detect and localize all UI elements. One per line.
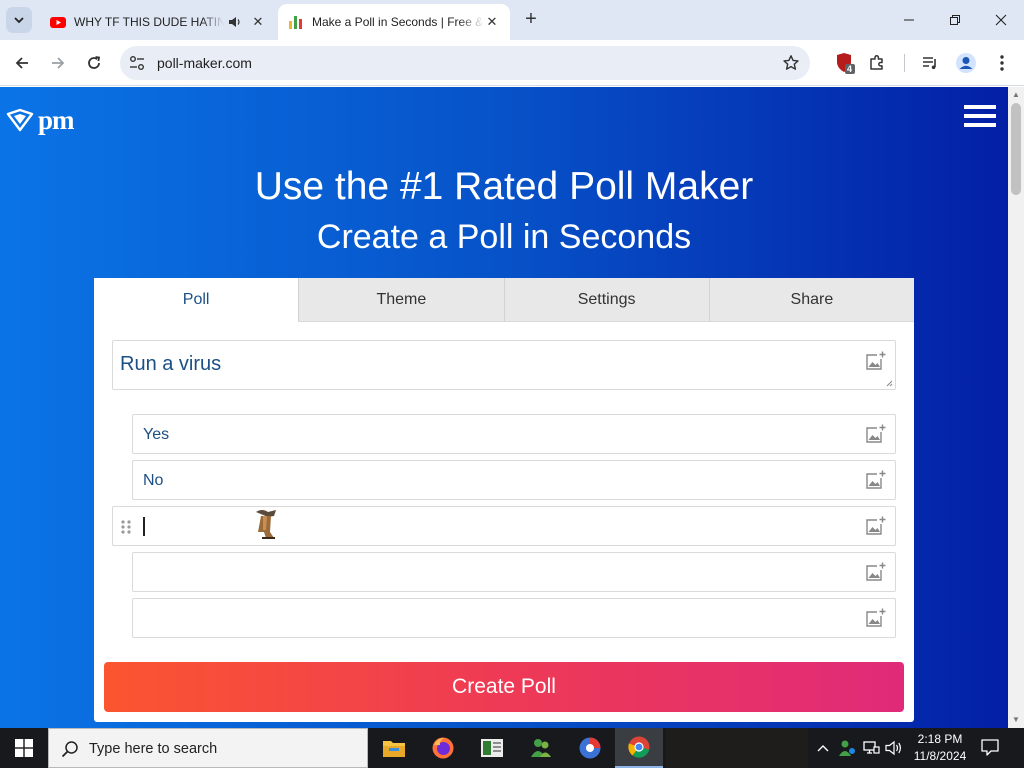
scroll-up-icon[interactable]: ▲: [1011, 90, 1021, 100]
tab-youtube[interactable]: WHY TF THIS DUDE HATING ✕: [40, 4, 276, 40]
taskbar-search-box[interactable]: Type here to search: [48, 728, 368, 768]
windows-taskbar: Type here to search 2:18 PM 11/8/2024: [0, 728, 1024, 768]
editor-tabs: Poll Theme Settings Share: [94, 278, 914, 322]
add-image-icon[interactable]: [865, 350, 887, 372]
poll-maker-page: pm Use the #1 Rated Poll Maker Create a …: [0, 87, 1008, 728]
extensions-puzzle-icon[interactable]: [865, 51, 889, 75]
youtube-icon: [50, 17, 66, 28]
profile-avatar-icon[interactable]: [954, 51, 978, 75]
speaker-icon[interactable]: [228, 15, 242, 29]
drag-handle-icon[interactable]: [120, 520, 132, 534]
poll-editor-card: Poll Theme Settings Share Run a virus Ye…: [94, 278, 914, 722]
browser-toolbar: poll-maker.com 4: [0, 40, 1024, 86]
desktop-wallpaper-strip: [666, 728, 808, 768]
resize-grip-icon[interactable]: [885, 379, 893, 387]
hero-subtitle: Create a Poll in Seconds: [316, 218, 692, 256]
answer-input[interactable]: [132, 598, 896, 638]
media-controls-icon[interactable]: [918, 51, 942, 75]
tab-settings[interactable]: Settings: [503, 278, 709, 322]
tab-strip: WHY TF THIS DUDE HATING ✕ Make a Poll in…: [0, 0, 1024, 40]
volume-icon[interactable]: [883, 728, 905, 768]
url-text: poll-maker.com: [157, 55, 252, 71]
answer-text: Yes: [143, 426, 170, 443]
close-tab-icon[interactable]: ✕: [484, 14, 500, 30]
sheet-app-icon[interactable]: [468, 728, 516, 768]
show-hidden-icons-icon[interactable]: [814, 728, 832, 768]
reload-icon[interactable]: [82, 51, 106, 75]
chrome-icon[interactable]: [615, 728, 663, 768]
answer-input[interactable]: No: [132, 460, 896, 500]
answer-input[interactable]: [132, 552, 896, 592]
browser-app-icon[interactable]: [566, 728, 614, 768]
address-bar[interactable]: poll-maker.com: [120, 46, 810, 80]
tab-poll[interactable]: Poll: [94, 278, 299, 322]
answer-input-focused[interactable]: [112, 506, 896, 546]
add-image-icon[interactable]: [865, 561, 887, 583]
network-icon[interactable]: [860, 728, 882, 768]
bookmark-star-icon[interactable]: [782, 54, 800, 72]
toolbar-divider: [904, 54, 905, 72]
clock-date: 11/8/2024: [913, 749, 967, 763]
firefox-icon[interactable]: [419, 728, 467, 768]
logo-emblem-icon: [6, 108, 34, 131]
more-menu-icon[interactable]: [990, 51, 1014, 75]
minimize-icon[interactable]: [894, 8, 924, 32]
hamburger-menu-icon[interactable]: [964, 105, 996, 129]
tab-search-button[interactable]: [6, 7, 32, 33]
add-image-icon[interactable]: [865, 607, 887, 629]
back-icon[interactable]: [10, 51, 34, 75]
clock-time: 2:18 PM: [917, 732, 963, 746]
question-text: Run a virus: [120, 353, 222, 375]
create-poll-button[interactable]: Create Poll: [104, 662, 904, 712]
add-image-icon[interactable]: [865, 469, 887, 491]
search-icon: [61, 741, 78, 758]
animated-cursor-sprite: [256, 510, 276, 539]
add-image-icon[interactable]: [865, 515, 887, 537]
chevron-down-icon: [14, 17, 24, 24]
close-tab-icon[interactable]: ✕: [250, 14, 266, 30]
text-caret: [143, 517, 145, 536]
file-explorer-icon[interactable]: [370, 728, 418, 768]
tab-poll-maker[interactable]: Make a Poll in Seconds | Free & Easy ✕: [278, 4, 510, 40]
site-info-icon[interactable]: [128, 54, 146, 72]
tab-theme[interactable]: Theme: [298, 278, 504, 322]
close-window-icon[interactable]: [986, 8, 1016, 32]
restore-icon[interactable]: [940, 8, 970, 32]
people-tray-icon[interactable]: [836, 728, 858, 768]
tab-share[interactable]: Share: [708, 278, 914, 322]
question-input[interactable]: Run a virus: [112, 340, 896, 390]
site-logo[interactable]: pm: [6, 105, 75, 136]
shield-extension-icon[interactable]: 4: [832, 51, 856, 75]
poll-maker-favicon: [289, 16, 302, 29]
answer-input[interactable]: Yes: [132, 414, 896, 454]
forward-icon[interactable]: [46, 51, 70, 75]
windows-start-icon[interactable]: [0, 728, 48, 768]
taskbar-clock[interactable]: 2:18 PM 11/8/2024: [906, 731, 974, 765]
add-image-icon[interactable]: [865, 423, 887, 445]
hero-title: Use the #1 Rated Poll Maker: [254, 165, 754, 208]
logo-text: pm: [38, 105, 75, 135]
scroll-down-icon[interactable]: ▼: [1011, 715, 1021, 725]
new-tab-icon[interactable]: +: [520, 9, 542, 31]
search-placeholder: Type here to search: [89, 741, 218, 757]
answer-text: No: [143, 472, 164, 489]
scrollbar-thumb[interactable]: [1011, 103, 1021, 195]
notification-center-icon[interactable]: [980, 737, 1000, 762]
tab-title: Make a Poll in Seconds | Free & Easy: [312, 15, 484, 29]
people-app-icon[interactable]: [517, 728, 565, 768]
extension-badge: 4: [847, 64, 853, 74]
tab-title: WHY TF THIS DUDE HATING: [74, 15, 224, 29]
page-scrollbar[interactable]: ▲ ▼: [1008, 87, 1024, 728]
